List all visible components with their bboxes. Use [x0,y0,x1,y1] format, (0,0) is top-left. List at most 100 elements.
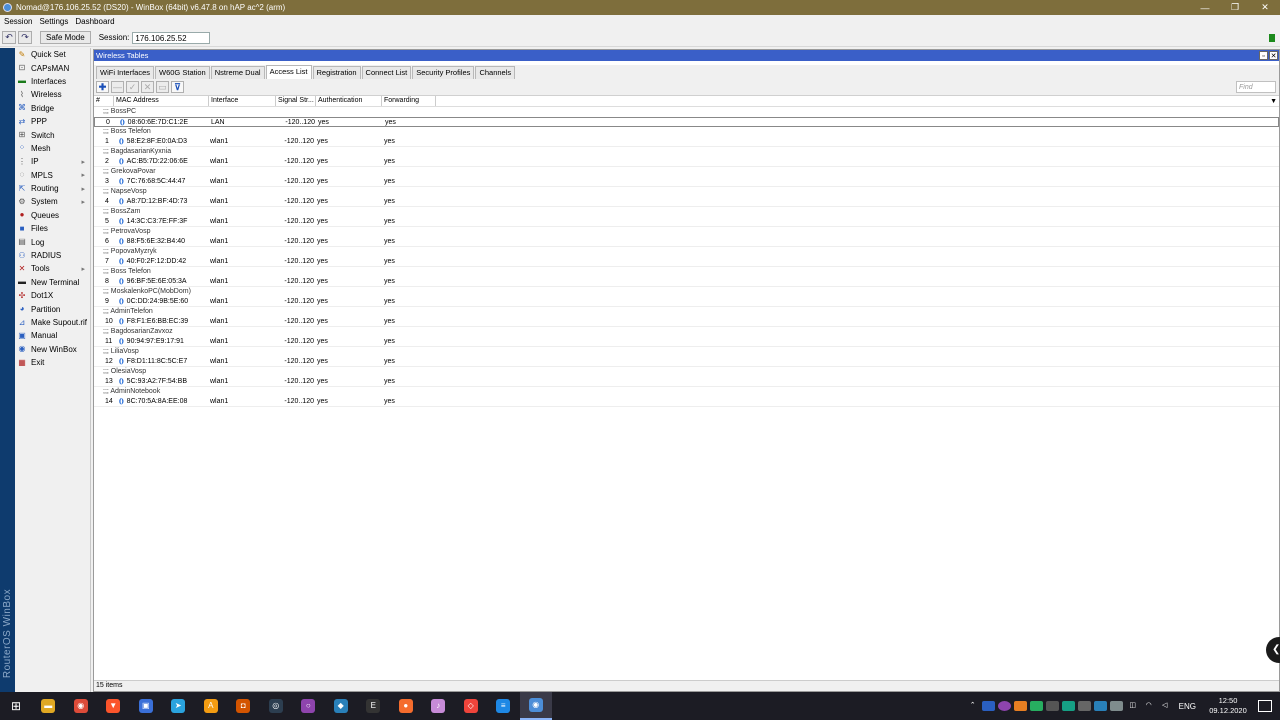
sidebar-item-system[interactable]: ⚙ System ▸ [15,195,90,208]
session-field[interactable]: 176.106.25.52 [132,31,211,44]
col-forwarding[interactable]: Forwarding [382,96,436,106]
language-indicator[interactable]: ENG [1179,702,1196,711]
table-row[interactable]: 13 ⦅⦆ 5C:93:A2:7F:54:BB wlan1 -120..120 yes ye… [94,377,1279,387]
volume-icon[interactable]: ◁ [1158,701,1171,711]
tab-access-list[interactable]: Access List [265,65,312,79]
sidebar-item-new-terminal[interactable]: ▬ New Terminal [15,276,90,289]
panel-maximize-button[interactable]: ▫ [1259,51,1268,60]
enable-icon[interactable]: ✓ [126,81,139,93]
taskbar-app-button[interactable]: ◆ [325,692,358,720]
sidebar-item-bridge[interactable]: ⌘ Bridge [15,102,90,115]
sidebar-item-queues[interactable]: ● Queues [15,209,90,222]
table-row[interactable]: 14 ⦅⦆ 8C:70:5A:8A:EE:08 wlan1 -120..120 yes ye… [94,397,1279,407]
table-row[interactable]: 12 ⦅⦆ F8:D1:11:8C:5C:E7 wlan1 -120..120 yes ye… [94,357,1279,367]
table-row[interactable]: 3 ⦅⦆ 7C:76:68:5C:44:47 wlan1 -120..120 yes yes [94,177,1279,187]
sidebar-item-ip[interactable]: ⋮ IP ▸ [15,155,90,168]
sidebar-item-mesh[interactable]: ⁘ Mesh [15,142,90,155]
tab-w60g-station[interactable]: W60G Station [155,66,210,79]
row-comment[interactable]: ;;; MoskalenkoPC(MobDom) [94,287,1279,297]
tray-app-icon[interactable] [1046,701,1060,711]
table-row[interactable]: 10 ⦅⦆ F8:F1:E6:BB:EC:39 wlan1 -120..120 yes ye… [94,317,1279,327]
row-comment[interactable]: ;;; AdminNotebook [94,387,1279,397]
table-row[interactable]: 6 ⦅⦆ 88:F5:6E:32:B4:40 wlan1 -120..120 yes yes [94,237,1279,247]
tray-app-icon[interactable] [982,701,996,711]
sidebar-item-capsman[interactable]: ⊡ CAPsMAN [15,61,90,74]
notification-icon[interactable] [1258,700,1272,712]
taskbar-app-button[interactable]: ➤ [162,692,195,720]
col-mac-address[interactable]: MAC Address [114,96,209,106]
row-comment[interactable]: ;;; Boss Telefon [94,267,1279,277]
tab-channels[interactable]: Channels [475,66,516,79]
table-row[interactable]: 2 ⦅⦆ AC:B5:7D:22:06:6E wlan1 -120..120 yes yes [94,157,1279,167]
table-row[interactable]: 4 ⦅⦆ A8:7D:12:BF:4D:73 wlan1 -120..120 yes yes [94,197,1279,207]
sidebar-item-dot1x[interactable]: ✣ Dot1X [15,289,90,302]
taskbar-app-button[interactable]: ♪ [422,692,455,720]
sidebar-item-log[interactable]: ▤ Log [15,235,90,248]
row-comment[interactable]: ;;; GrekovaPovar [94,167,1279,177]
col-authentication[interactable]: Authentication [316,96,382,106]
remove-icon[interactable]: — [111,81,124,93]
taskbar-app-button[interactable]: ◉ [65,692,98,720]
taskbar-app-button[interactable]: ▣ [130,692,163,720]
redo-button[interactable]: ↷ [18,31,32,44]
table-row[interactable]: 0 ⦅⦆ 08:60:6E:7D:C1:2E LAN -120..120 yes yes [94,117,1279,127]
taskbar-app-button[interactable]: ▼ [97,692,130,720]
sidebar-item-exit[interactable]: ▦ Exit [15,356,90,369]
tab-wifi-interfaces[interactable]: WiFi Interfaces [96,66,155,79]
sidebar-item-interfaces[interactable]: ▬ Interfaces [15,75,90,88]
col-interface[interactable]: Interface [209,96,276,106]
column-menu-arrow-icon[interactable]: ▼ [1270,98,1277,105]
close-button[interactable]: ✕ [1250,2,1280,13]
table-row[interactable]: 8 ⦅⦆ 96:BF:5E:6E:05:3A wlan1 -120..120 yes yes [94,277,1279,287]
tray-app-icon[interactable] [1030,701,1044,711]
tray-chevron-icon[interactable]: ⌃ [966,701,979,711]
taskbar-app-button[interactable]: ● [390,692,423,720]
filter-icon[interactable]: ⊽ [171,81,184,93]
tray-app-icon[interactable] [1014,701,1028,711]
row-comment[interactable]: ;;; PetrovaVosp [94,227,1279,237]
row-comment[interactable]: ;;; BossPC [94,107,1279,117]
sidebar-item-radius[interactable]: ⚇ RADIUS [15,249,90,262]
row-comment[interactable]: ;;; OlesiaVosp [94,367,1279,377]
taskbar-app-button[interactable]: ◉ [519,692,552,720]
taskbar-app-button[interactable]: ◇ [455,692,488,720]
disable-icon[interactable]: ✕ [141,81,154,93]
taskbar-app-button[interactable]: ▬ [32,692,65,720]
sidebar-item-make-supout-rif[interactable]: ⊿ Make Supout.rif [15,316,90,329]
sidebar-item-manual[interactable]: ▣ Manual [15,329,90,342]
sidebar-item-switch[interactable]: ⊞ Switch [15,128,90,141]
menu-settings[interactable]: Settings [35,17,71,26]
taskbar-app-button[interactable]: ◘ [227,692,260,720]
panel-close-button[interactable]: ✕ [1269,51,1278,60]
tray-app-icon[interactable] [1110,701,1124,711]
taskbar-app-button[interactable]: ≡ [487,692,520,720]
add-icon[interactable]: ✚ [96,81,109,93]
taskbar-app-button[interactable]: A [195,692,228,720]
tab-connect-list[interactable]: Connect List [361,66,412,79]
col-signal-strength[interactable]: Signal Str... [276,96,316,106]
row-comment[interactable]: ;;; Boss Telefon [94,127,1279,137]
table-row[interactable]: 1 ⦅⦆ 58:E2:8F:E0:0A:D3 wlan1 -120..120 yes yes [94,137,1279,147]
find-input[interactable]: Find [1236,81,1276,93]
clock[interactable]: 12:50 09.12.2020 [1208,696,1248,716]
sidebar-item-routing[interactable]: ⇱ Routing ▸ [15,182,90,195]
tray-app-icon[interactable] [998,701,1012,711]
row-comment[interactable]: ;;; PopovaMyzryk [94,247,1279,257]
tray-app-icon[interactable] [1078,701,1092,711]
undo-button[interactable]: ↶ [2,31,16,44]
row-comment[interactable]: ;;; AdminTelefon [94,307,1279,317]
sidebar-item-new-winbox[interactable]: ◉ New WinBox [15,343,90,356]
table-row[interactable]: 9 ⦅⦆ 0C:DD:24:9B:5E:60 wlan1 -120..120 yes yes [94,297,1279,307]
safe-mode-button[interactable]: Safe Mode [40,31,91,44]
row-comment[interactable]: ;;; LiliaVosp [94,347,1279,357]
minimize-button[interactable]: — [1190,3,1220,13]
sidebar-item-mpls[interactable]: ◌ MPLS ▸ [15,169,90,182]
sidebar-item-ppp[interactable]: ⇄ PPP [15,115,90,128]
tab-security-profiles[interactable]: Security Profiles [412,66,475,79]
sidebar-item-wireless[interactable]: ⌇ Wireless [15,88,90,101]
network-icon[interactable]: ◫ [1126,701,1139,711]
taskbar-app-button[interactable]: E [357,692,390,720]
row-comment[interactable]: ;;; BossZam [94,207,1279,217]
row-comment[interactable]: ;;; BagdasarianKyxnia [94,147,1279,157]
sidebar-item-quick-set[interactable]: ✎ Quick Set [15,48,90,61]
